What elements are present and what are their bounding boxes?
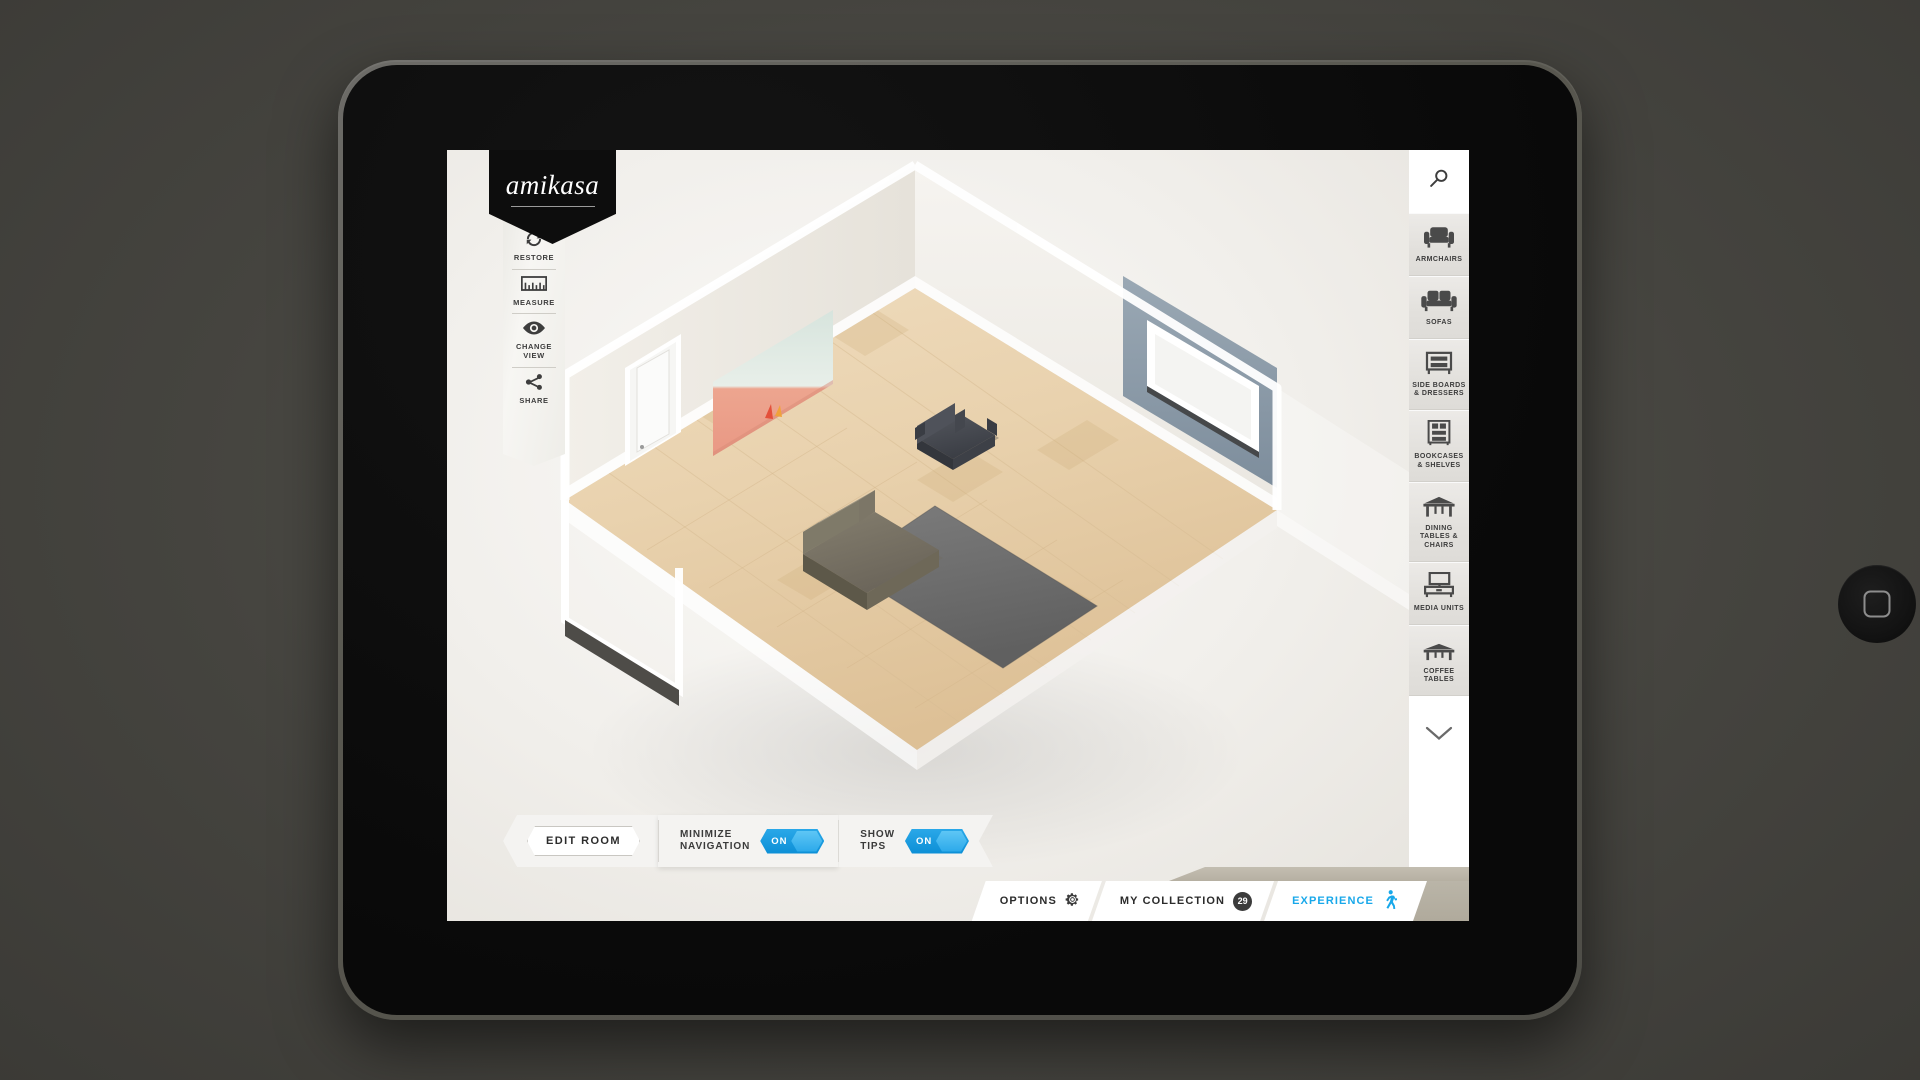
minimize-navigation-toggle[interactable]: ON <box>760 829 824 854</box>
experience-menu-item[interactable]: EXPERIENCE <box>1264 881 1423 921</box>
eye-icon <box>521 317 547 339</box>
minimize-navigation-segment: MINIMIZE NAVIGATION ON <box>657 815 839 867</box>
sidebar-item-coffee-tables[interactable]: COFFEE TABLES <box>1409 624 1469 696</box>
bottom-bar-accent-strip <box>1169 867 1469 881</box>
minimize-navigation-state: ON <box>771 835 788 847</box>
show-tips-toggle-knob[interactable] <box>936 831 967 852</box>
collection-count-badge: 29 <box>1233 892 1252 911</box>
sidebar-item-armchairs-label: ARMCHAIRS <box>1415 256 1463 263</box>
sidebar-item-coffee-tables-label: COFFEE TABLES <box>1423 667 1455 684</box>
sidebar-item-bookcases-label: BOOKCASES & SHELVES <box>1414 453 1464 469</box>
home-button-glyph <box>1863 590 1891 618</box>
home-button[interactable] <box>1838 565 1916 643</box>
sidebar-item-sideboards[interactable]: SIDE BOARDS & DRESSERS <box>1409 338 1469 410</box>
armchair-icon <box>1424 223 1454 249</box>
edit-room-segment: EDIT ROOM <box>503 815 658 867</box>
sidebar-item-dining-label: DINING TABLES & CHAIRS <box>1419 524 1459 550</box>
tool-measure-label: MEASURE <box>513 297 555 307</box>
room-controls-bar: EDIT ROOM MINIMIZE NAVIGATION ON SHOW TI… <box>503 815 993 867</box>
options-menu-item[interactable]: OPTIONS <box>972 881 1102 921</box>
bookcase-icon <box>1426 420 1452 446</box>
search-button[interactable] <box>1409 150 1469 213</box>
options-label: OPTIONS <box>999 895 1057 907</box>
tool-rail: RESTORE MEASURE CHANGE VIEW SHARE <box>503 206 565 466</box>
coffee-table-icon <box>1423 635 1455 661</box>
experience-label: EXPERIENCE <box>1292 895 1374 907</box>
tool-measure[interactable]: MEASURE <box>503 268 565 314</box>
search-icon <box>1428 168 1450 195</box>
show-tips-toggle[interactable]: ON <box>905 829 969 854</box>
menu-bar-tail <box>1413 881 1469 921</box>
room-3d-illustration <box>560 161 1409 870</box>
my-collection-label: MY COLLECTION <box>1119 895 1226 907</box>
category-sidebar: ARMCHAIRS SOFAS SIDE BOARDS & DRESSERS B… <box>1409 150 1469 921</box>
ruler-icon <box>521 273 547 295</box>
sidebar-item-media-units[interactable]: MEDIA UNITS <box>1409 561 1469 625</box>
minimize-navigation-toggle-knob[interactable] <box>791 831 822 852</box>
show-tips-state: ON <box>915 835 933 847</box>
edit-room-button[interactable]: EDIT ROOM <box>527 826 640 856</box>
dining-table-icon <box>1423 492 1455 518</box>
logo-text: amikasa <box>505 170 600 200</box>
sidebar-item-armchairs[interactable]: ARMCHAIRS <box>1409 213 1469 276</box>
minimize-navigation-label: MINIMIZE NAVIGATION <box>679 828 751 853</box>
sidebar-item-dining[interactable]: DINING TABLES & CHAIRS <box>1409 481 1469 562</box>
show-tips-label: SHOW TIPS <box>860 828 895 852</box>
tool-change-view[interactable]: CHANGE VIEW <box>503 313 565 366</box>
main-menu-bar: OPTIONS MY COLLECTION 29 EXPERIENCE <box>982 881 1469 921</box>
sidebar-item-media-units-label: MEDIA UNITS <box>1413 604 1465 612</box>
dresser-icon <box>1425 349 1453 375</box>
app-screen: amikasa RESTORE MEASURE CHANGE VIEW SHAR… <box>447 150 1469 921</box>
sidebar-item-bookcases[interactable]: BOOKCASES & SHELVES <box>1409 410 1469 482</box>
sofa-icon <box>1421 286 1457 312</box>
gear-icon <box>1065 892 1080 910</box>
room-3d-viewport[interactable] <box>447 150 1409 921</box>
tool-restore-label: RESTORE <box>513 253 555 262</box>
walking-person-icon <box>1382 890 1397 912</box>
my-collection-menu-item[interactable]: MY COLLECTION 29 <box>1092 881 1274 921</box>
logo-underline <box>510 206 595 207</box>
tool-share[interactable]: SHARE <box>503 366 565 412</box>
show-tips-segment: SHOW TIPS ON <box>838 815 993 867</box>
sidebar-item-sofas[interactable]: SOFAS <box>1409 275 1469 339</box>
tool-change-view-label: CHANGE VIEW <box>515 342 553 360</box>
chevron-down-icon <box>1425 726 1453 746</box>
tool-share-label: SHARE <box>519 395 549 405</box>
share-icon <box>524 371 544 393</box>
sidebar-item-sideboards-label: SIDE BOARDS & DRESSERS <box>1412 381 1466 398</box>
sidebar-item-sofas-label: SOFAS <box>1426 318 1452 326</box>
media-unit-icon <box>1424 571 1454 598</box>
